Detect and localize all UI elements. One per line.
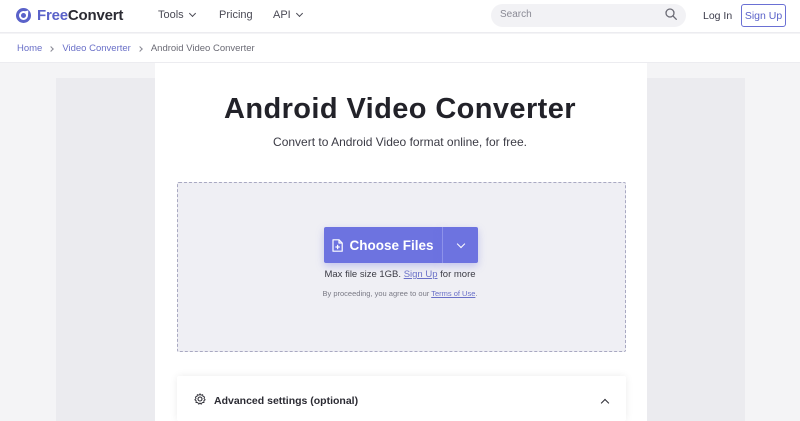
nav-pricing[interactable]: Pricing xyxy=(219,9,253,21)
breadcrumb-bar: Home Video Converter Android Video Conve… xyxy=(0,34,800,63)
max-file-size-note: Max file size 1GB. Sign Up for more xyxy=(0,269,800,280)
breadcrumb: Home Video Converter Android Video Conve… xyxy=(17,43,255,54)
logo-text: FreeConvert xyxy=(37,7,123,24)
gear-icon xyxy=(194,393,206,405)
page-subtitle: Convert to Android Video format online, … xyxy=(273,135,527,149)
nav-pricing-label: Pricing xyxy=(219,9,253,21)
left-ad-area xyxy=(56,78,155,421)
chevron-down-icon xyxy=(456,239,465,248)
terms-of-use-link[interactable]: Terms of Use xyxy=(431,289,475,298)
logo-icon xyxy=(16,8,31,23)
top-header: FreeConvert Tools Pricing API Search Log… xyxy=(0,0,800,33)
logo-text-convert: Convert xyxy=(67,7,124,24)
nav-tools[interactable]: Tools xyxy=(158,9,196,21)
page-title: Android Video Converter xyxy=(224,93,576,125)
file-add-icon xyxy=(332,238,344,252)
signup-button[interactable]: Sign Up xyxy=(741,4,786,27)
chevron-down-icon xyxy=(188,9,196,18)
terms-note: By proceeding, you agree to our Terms of… xyxy=(0,289,800,298)
chevron-right-icon xyxy=(136,45,143,52)
max-size-suffix: for more xyxy=(440,269,476,280)
file-dropzone[interactable] xyxy=(177,182,626,352)
login-link[interactable]: Log In xyxy=(703,10,732,22)
signup-inline-link[interactable]: Sign Up xyxy=(404,269,438,280)
nav-tools-label: Tools xyxy=(158,9,184,21)
right-ad-area xyxy=(647,78,745,421)
breadcrumb-video-converter[interactable]: Video Converter xyxy=(62,43,130,54)
signup-label: Sign Up xyxy=(744,9,783,22)
search-placeholder: Search xyxy=(500,9,532,20)
nav-api-label: API xyxy=(273,9,291,21)
logo[interactable]: FreeConvert xyxy=(16,7,123,24)
logo-text-free: Free xyxy=(37,7,68,24)
nav-api[interactable]: API xyxy=(273,9,303,21)
chevron-right-icon xyxy=(48,45,55,52)
chevron-down-icon xyxy=(295,9,303,18)
advanced-settings-label[interactable]: Advanced settings (optional) xyxy=(214,395,358,407)
breadcrumb-home[interactable]: Home xyxy=(17,43,42,54)
max-size-text: Max file size 1GB. xyxy=(324,269,402,280)
breadcrumb-current: Android Video Converter xyxy=(150,43,255,54)
upload-source-dropdown-button[interactable] xyxy=(442,227,478,263)
terms-suffix: . xyxy=(475,289,478,298)
choose-files-label: Choose Files xyxy=(349,237,434,253)
choose-files-button[interactable]: Choose Files xyxy=(324,227,442,263)
search-icon[interactable] xyxy=(665,8,677,20)
terms-text: By proceeding, you agree to our xyxy=(322,289,430,298)
